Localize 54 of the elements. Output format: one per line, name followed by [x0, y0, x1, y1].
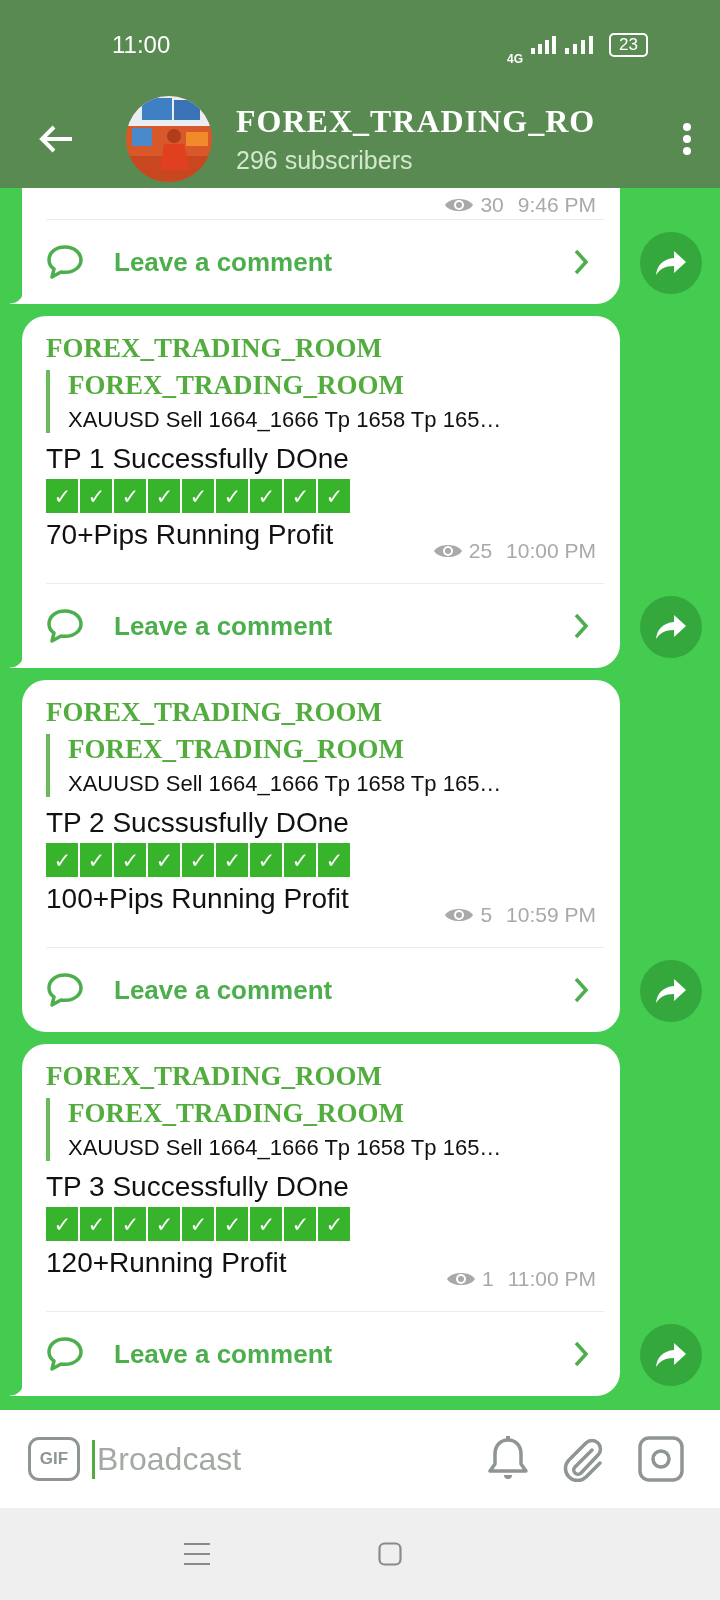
message-time: 11:00 PM — [507, 1267, 596, 1291]
more-options-icon[interactable] — [682, 122, 692, 156]
chevron-right-icon — [574, 1341, 588, 1367]
message-text: 100+Pips Running Profit — [46, 882, 349, 916]
view-count: 30 — [480, 193, 504, 217]
view-count: 1 — [482, 1267, 494, 1291]
battery-indicator: 23 — [609, 33, 648, 57]
view-count: 5 — [480, 903, 493, 927]
status-time: 11:00 — [112, 31, 171, 59]
message-time: 10:59 PM — [506, 903, 596, 927]
home-icon[interactable] — [378, 1542, 402, 1566]
back-arrow-icon[interactable] — [38, 124, 74, 154]
comment-icon — [46, 972, 84, 1008]
message-text: TP 1 Successfully DOne — [46, 442, 350, 476]
quoted-text: XAUUSD Sell 1664_1666 Tp 1658 Tp 165… — [68, 407, 503, 433]
quoted-author: FOREX_TRADING_ROOM — [68, 734, 405, 765]
bell-icon[interactable] — [488, 1436, 528, 1482]
network-type: 4G — [507, 52, 524, 66]
view-count: 25 — [468, 539, 493, 563]
gif-button[interactable]: GIF — [28, 1437, 80, 1481]
chevron-right-icon — [574, 613, 588, 639]
menu-icon[interactable] — [184, 1542, 210, 1566]
signal-icon — [565, 36, 596, 54]
share-arrow-icon — [656, 251, 686, 275]
message-time: 9:46 PM — [517, 193, 596, 217]
share-arrow-icon — [656, 615, 686, 639]
quoted-text: XAUUSD Sell 1664_1666 Tp 1658 Tp 165… — [68, 1135, 503, 1161]
message-text: 120+Running Profit — [46, 1246, 287, 1280]
quoted-author: FOREX_TRADING_ROOM — [68, 1098, 405, 1129]
message-text: TP 3 Successfully DOne — [46, 1170, 350, 1204]
share-arrow-icon — [656, 979, 686, 1003]
message-author: FOREX_TRADING_ROOM — [46, 696, 383, 729]
message-author: FOREX_TRADING_ROOM — [46, 332, 383, 365]
camera-icon[interactable] — [638, 1436, 684, 1482]
quoted-author: FOREX_TRADING_ROOM — [68, 370, 405, 401]
channel-title: FOREX_TRADING_RO — [236, 103, 597, 140]
paperclip-icon[interactable] — [562, 1436, 604, 1482]
leave-comment-button[interactable]: Leave a comment — [46, 1311, 604, 1396]
leave-comment-button[interactable]: Leave a comment — [46, 219, 604, 304]
leave-comment-button[interactable]: Leave a comment — [46, 947, 604, 1032]
message-text: 70+Pips Running Profit — [46, 518, 334, 552]
chevron-right-icon — [574, 249, 588, 275]
message-author: FOREX_TRADING_ROOM — [46, 1060, 383, 1093]
comment-icon — [46, 1336, 84, 1372]
signal-icon — [531, 36, 558, 54]
chevron-right-icon — [574, 977, 588, 1003]
share-arrow-icon — [656, 1343, 686, 1367]
message-time: 10:00 PM — [506, 539, 596, 563]
comment-icon — [46, 608, 84, 644]
leave-comment-button[interactable]: Leave a comment — [46, 583, 604, 668]
quoted-text: XAUUSD Sell 1664_1666 Tp 1658 Tp 165… — [68, 771, 503, 797]
subscriber-count: 296 subscribers — [236, 146, 414, 175]
comment-icon — [46, 244, 84, 280]
message-text: TP 2 Sucssusfully DOne — [46, 806, 350, 840]
